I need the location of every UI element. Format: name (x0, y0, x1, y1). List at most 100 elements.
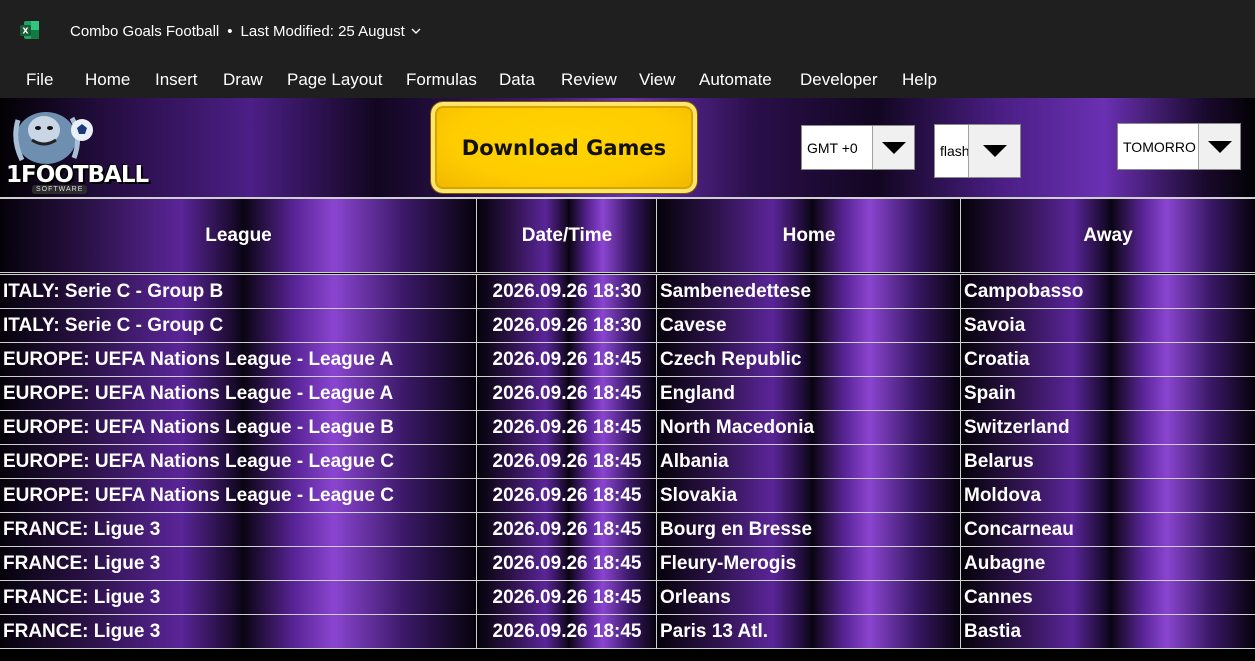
tab-page-layout[interactable]: Page Layout (287, 70, 382, 90)
cell-home-team[interactable]: England (656, 377, 961, 410)
cell-home-team[interactable]: Albania (656, 445, 961, 478)
cell-datetime[interactable]: 2026.09.26 18:45 (476, 445, 657, 478)
day-dropdown-button[interactable] (1198, 124, 1240, 169)
tab-home[interactable]: Home (85, 70, 130, 90)
cell-league[interactable]: ITALY: Serie C - Group C (0, 309, 477, 342)
games-table: League Date/Time Home Away ITALY: Serie … (0, 199, 1255, 649)
tab-file[interactable]: File (26, 70, 53, 90)
cell-league[interactable]: FRANCE: Ligue 3 (0, 581, 477, 614)
dropdown-arrow-icon (982, 145, 1007, 157)
cell-datetime[interactable]: 2026.09.26 18:45 (476, 581, 657, 614)
cell-home-team[interactable]: Bourg en Bresse (656, 513, 961, 546)
workbook-name: Combo Goals Football (70, 22, 220, 40)
cell-home-team[interactable]: North Macedonia (656, 411, 961, 444)
tab-view[interactable]: View (639, 70, 676, 90)
cell-home-team[interactable]: Cavese (656, 309, 961, 342)
timezone-dropdown[interactable]: GMT +0 (801, 125, 915, 170)
dropdown-arrow-icon (1207, 140, 1232, 153)
cell-away-team[interactable]: Belarus (960, 445, 1255, 478)
table-header: League Date/Time Home Away (0, 199, 1255, 275)
cell-away-team[interactable]: Cannes (960, 581, 1255, 614)
cell-home-team[interactable]: Paris 13 Atl. (656, 615, 961, 648)
cell-league[interactable]: FRANCE: Ligue 3 (0, 615, 477, 648)
table-row: FRANCE: Ligue 3 2026.09.26 18:45 Bourg en … (0, 513, 1255, 547)
cell-home-team[interactable]: Orleans (656, 581, 961, 614)
cell-league[interactable]: EUROPE: UEFA Nations League - League A (0, 377, 477, 410)
timezone-dropdown-button[interactable] (872, 126, 914, 169)
title-separator: • (227, 22, 233, 40)
cell-league[interactable]: ITALY: Serie C - Group B (0, 275, 477, 308)
source-dropdown-button[interactable] (968, 125, 1020, 177)
cell-away-team[interactable]: Aubagne (960, 547, 1255, 580)
cell-away-team[interactable]: Bastia (960, 615, 1255, 648)
tab-developer[interactable]: Developer (800, 70, 878, 90)
logo-subtitle: SOFTWARE (32, 185, 88, 194)
tab-data[interactable]: Data (499, 70, 535, 90)
cell-away-team[interactable]: Concarneau (960, 513, 1255, 546)
table-row: ITALY: Serie C - Group C 2026.09.26 18:30… (0, 309, 1255, 343)
cell-away-team[interactable]: Moldova (960, 479, 1255, 512)
cell-league[interactable]: EUROPE: UEFA Nations League - League A (0, 343, 477, 376)
excel-icon[interactable]: X (20, 20, 40, 40)
document-title[interactable]: Combo Goals Football • Last Modified: 25… (70, 21, 421, 41)
cell-home-team[interactable]: Czech Republic (656, 343, 961, 376)
cell-home-team[interactable]: Fleury-Merogis (656, 547, 961, 580)
worksheet[interactable]: 1FOOTBALL SOFTWARE Download Games GMT +0… (0, 98, 1255, 661)
table-row: ITALY: Serie C - Group B 2026.09.26 18:30… (0, 275, 1255, 309)
timezone-value: GMT +0 (807, 139, 858, 156)
cell-datetime[interactable]: 2026.09.26 18:45 (476, 513, 657, 546)
cell-league[interactable]: EUROPE: UEFA Nations League - League C (0, 479, 477, 512)
cell-away-team[interactable]: Croatia (960, 343, 1255, 376)
table-row: EUROPE: UEFA Nations League - League A 20… (0, 377, 1255, 411)
table-row: FRANCE: Ligue 3 2026.09.26 18:45 Orleans Ca… (0, 581, 1255, 615)
table-body: ITALY: Serie C - Group B 2026.09.26 18:30… (0, 275, 1255, 649)
header-datetime[interactable]: Date/Time (476, 199, 657, 272)
cell-away-team[interactable]: Savoia (960, 309, 1255, 342)
gorilla-logo-icon (13, 112, 93, 164)
cell-datetime[interactable]: 2026.09.26 18:45 (476, 615, 657, 648)
cell-league[interactable]: FRANCE: Ligue 3 (0, 513, 477, 546)
source-value: flash (940, 143, 968, 159)
source-dropdown[interactable]: flash (934, 124, 1021, 178)
tab-automate[interactable]: Automate (699, 70, 772, 90)
day-dropdown[interactable]: TOMORRO (1117, 123, 1241, 170)
cell-datetime[interactable]: 2026.09.26 18:30 (476, 309, 657, 342)
header-league[interactable]: League (0, 199, 477, 272)
table-row: EUROPE: UEFA Nations League - League C 20… (0, 479, 1255, 513)
cell-home-team[interactable]: Sambenedettese (656, 275, 961, 308)
tab-review[interactable]: Review (561, 70, 617, 90)
cell-away-team[interactable]: Campobasso (960, 275, 1255, 308)
table-row: EUROPE: UEFA Nations League - League B 20… (0, 411, 1255, 445)
cell-away-team[interactable]: Spain (960, 377, 1255, 410)
svg-text:X: X (22, 27, 29, 36)
dropdown-arrow-icon (881, 141, 906, 154)
tab-formulas[interactable]: Formulas (406, 70, 477, 90)
header-away[interactable]: Away (960, 199, 1255, 272)
control-banner: 1FOOTBALL SOFTWARE Download Games GMT +0… (0, 98, 1255, 199)
tab-draw[interactable]: Draw (223, 70, 263, 90)
header-home[interactable]: Home (656, 199, 961, 272)
table-row: FRANCE: Ligue 3 2026.09.26 18:45 Paris 13 … (0, 615, 1255, 649)
cell-league[interactable]: EUROPE: UEFA Nations League - League B (0, 411, 477, 444)
logo: 1FOOTBALL SOFTWARE (2, 100, 149, 196)
last-modified-label: Last Modified: 25 August (240, 22, 405, 40)
cell-league[interactable]: FRANCE: Ligue 3 (0, 547, 477, 580)
cell-datetime[interactable]: 2026.09.26 18:45 (476, 343, 657, 376)
cell-datetime[interactable]: 2026.09.26 18:45 (476, 377, 657, 410)
ribbon-tabs: File Home Insert Draw Page Layout Formul… (0, 62, 1255, 98)
cell-datetime[interactable]: 2026.09.26 18:45 (476, 411, 657, 444)
tab-help[interactable]: Help (902, 70, 937, 90)
cell-home-team[interactable]: Slovakia (656, 479, 961, 512)
table-row: EUROPE: UEFA Nations League - League C 20… (0, 445, 1255, 479)
table-row: FRANCE: Ligue 3 2026.09.26 18:45 Fleury-Me… (0, 547, 1255, 581)
cell-league[interactable]: EUROPE: UEFA Nations League - League C (0, 445, 477, 478)
download-games-button[interactable]: Download Games (431, 102, 697, 193)
day-value: TOMORRO (1123, 138, 1196, 155)
tab-insert[interactable]: Insert (155, 70, 198, 90)
table-row: EUROPE: UEFA Nations League - League A 20… (0, 343, 1255, 377)
cell-datetime[interactable]: 2026.09.26 18:45 (476, 547, 657, 580)
cell-datetime[interactable]: 2026.09.26 18:45 (476, 479, 657, 512)
cell-away-team[interactable]: Switzerland (960, 411, 1255, 444)
cell-datetime[interactable]: 2026.09.26 18:30 (476, 275, 657, 308)
chevron-down-icon (411, 28, 421, 34)
